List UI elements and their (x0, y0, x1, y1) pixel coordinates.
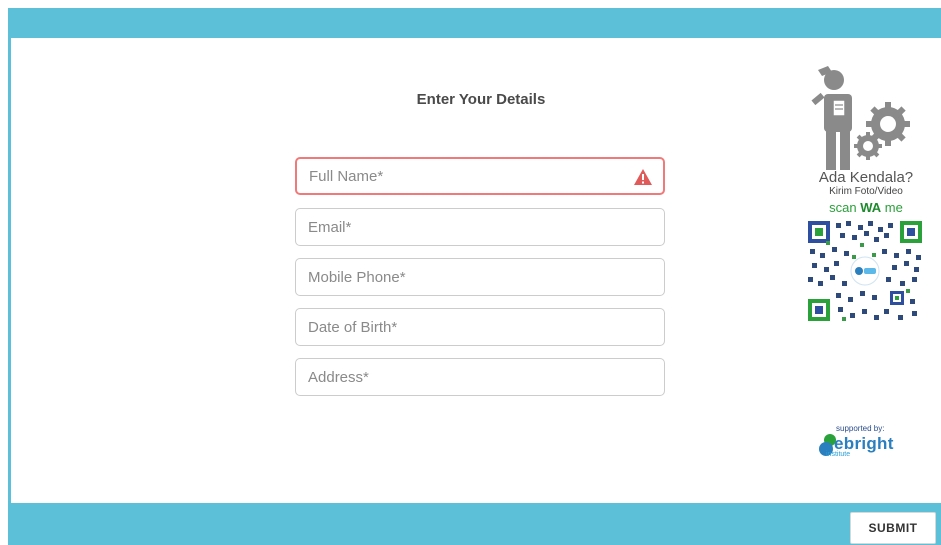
scan-suffix: me (881, 200, 903, 215)
email-field[interactable] (295, 208, 665, 246)
mobile-phone-input[interactable] (296, 259, 616, 295)
help-scan-text: scan WA me (786, 200, 941, 215)
full-name-field[interactable] (295, 157, 665, 195)
warning-icon (634, 169, 652, 185)
scan-prefix: scan (829, 200, 861, 215)
full-name-input[interactable] (297, 159, 617, 193)
date-of-birth-input[interactable] (296, 309, 616, 345)
email-input[interactable] (296, 209, 616, 245)
page-title: Enter Your Details (416, 91, 546, 108)
submit-button[interactable]: SUBMIT (850, 512, 936, 544)
scan-wa: WA (860, 200, 882, 215)
address-field[interactable] (295, 358, 665, 396)
address-input[interactable] (296, 359, 616, 395)
help-subtext: Kirim Foto/Video (829, 186, 903, 197)
mobile-phone-field[interactable] (295, 258, 665, 296)
supported-by-label: supported by: (836, 424, 885, 433)
top-bar (8, 8, 941, 38)
whatsapp-qr-code[interactable] (806, 219, 924, 323)
confused-person-gears-icon (811, 66, 910, 170)
bottom-bar (8, 503, 941, 545)
date-of-birth-field[interactable] (295, 308, 665, 346)
frame-left-border (8, 38, 11, 503)
brand-sub: institute (826, 451, 851, 458)
help-heading: Ada Kendala? (818, 169, 914, 186)
